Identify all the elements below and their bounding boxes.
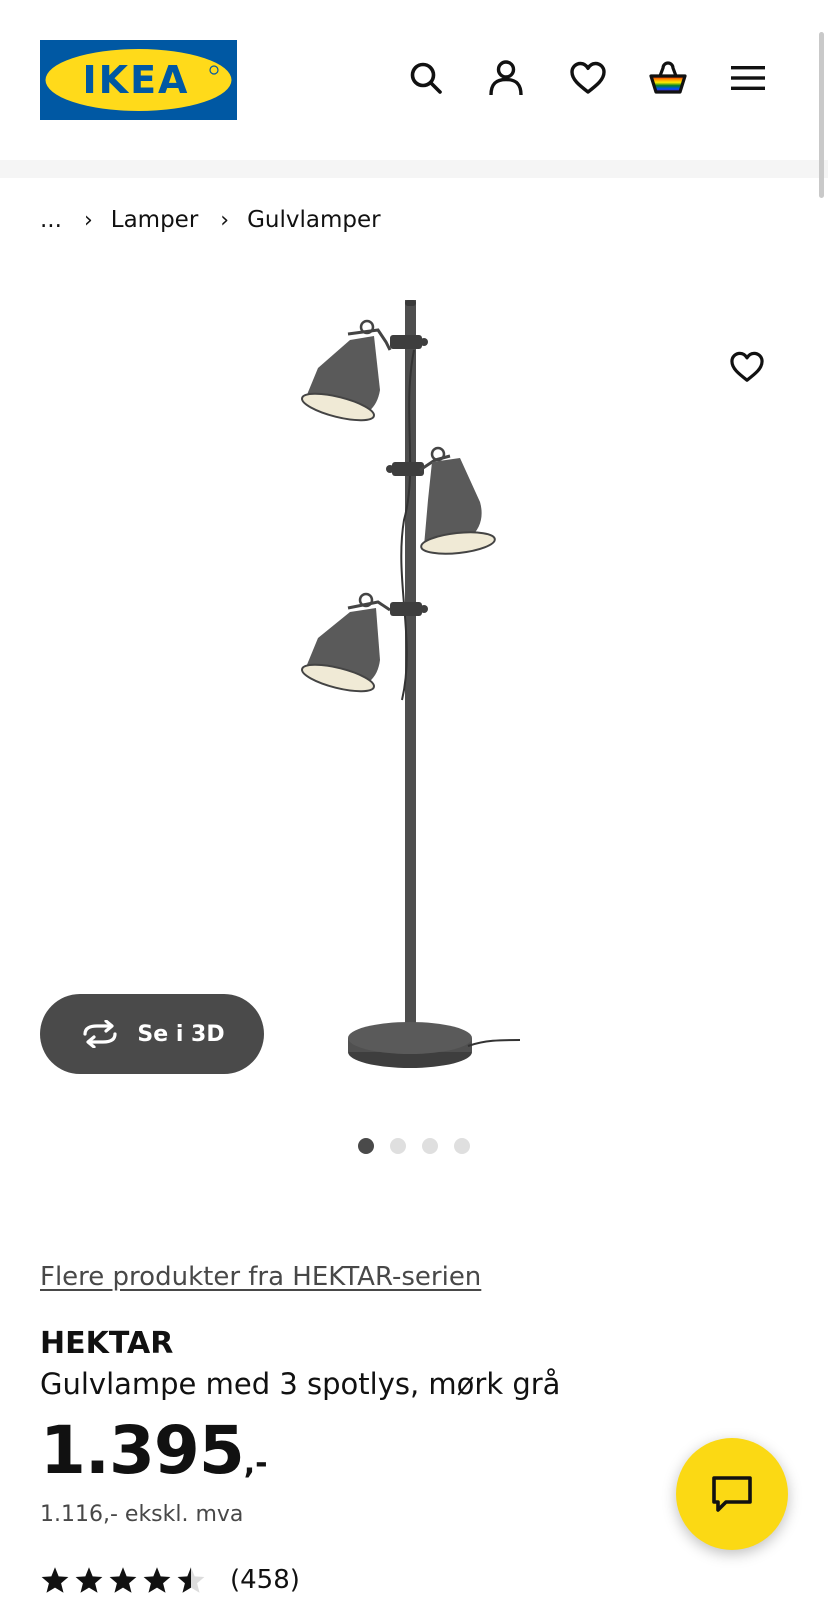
rotate-3d-icon bbox=[83, 1020, 117, 1048]
view-in-3d-button[interactable]: Se i 3D bbox=[40, 994, 264, 1074]
carousel-dot-4[interactable] bbox=[454, 1138, 470, 1154]
header: IKEA bbox=[0, 0, 828, 160]
chat-bubble-icon bbox=[712, 1476, 752, 1512]
carousel-pagination bbox=[358, 1138, 470, 1154]
price-suffix: ,- bbox=[243, 1446, 268, 1481]
price-value: 1.395 bbox=[40, 1412, 245, 1489]
series-link[interactable]: Flere produkter fra HEKTAR-serien bbox=[40, 1262, 481, 1292]
heart-icon bbox=[730, 351, 764, 382]
search-icon bbox=[410, 62, 442, 94]
star-half-icon bbox=[177, 1567, 205, 1593]
product-rating[interactable]: (458) bbox=[40, 1565, 300, 1595]
ikea-logo[interactable]: IKEA bbox=[40, 40, 237, 120]
breadcrumb-item-gulvlamper[interactable]: Gulvlamper bbox=[247, 207, 381, 233]
chevron-right-icon: › bbox=[83, 207, 93, 233]
logo-text: IKEA bbox=[83, 58, 190, 102]
heart-icon bbox=[570, 61, 606, 94]
product-image[interactable] bbox=[290, 290, 530, 1110]
basket-button[interactable] bbox=[646, 56, 690, 100]
user-icon bbox=[489, 60, 523, 96]
view-in-3d-label: Se i 3D bbox=[137, 1021, 225, 1047]
star-icon bbox=[75, 1567, 103, 1593]
breadcrumb: ... › Lamper › Gulvlamper bbox=[40, 204, 381, 236]
carousel-dot-2[interactable] bbox=[390, 1138, 406, 1154]
carousel-dot-3[interactable] bbox=[422, 1138, 438, 1154]
carousel-dot-1[interactable] bbox=[358, 1138, 374, 1154]
menu-icon bbox=[731, 66, 765, 90]
star-icon bbox=[143, 1567, 171, 1593]
page-scrollbar[interactable] bbox=[819, 32, 824, 198]
account-button[interactable] bbox=[484, 56, 528, 100]
search-button[interactable] bbox=[404, 56, 448, 100]
price-excl-vat: 1.116,- ekskl. mva bbox=[40, 1502, 244, 1527]
header-divider bbox=[0, 160, 828, 178]
chat-button[interactable] bbox=[676, 1438, 788, 1550]
product-description: Gulvlampe med 3 spotlys, mørk grå bbox=[40, 1367, 561, 1401]
product-price: 1.395,- bbox=[40, 1418, 268, 1484]
breadcrumb-ellipsis[interactable]: ... bbox=[40, 207, 62, 233]
basket-icon bbox=[649, 61, 687, 94]
star-icon bbox=[41, 1567, 69, 1593]
wishlist-button[interactable] bbox=[566, 56, 610, 100]
product-name: HEKTAR bbox=[40, 1326, 174, 1361]
rating-count: (458) bbox=[230, 1565, 300, 1595]
breadcrumb-item-lamper[interactable]: Lamper bbox=[111, 207, 199, 233]
chevron-right-icon: › bbox=[220, 207, 230, 233]
save-to-wishlist-button[interactable] bbox=[724, 344, 770, 390]
menu-button[interactable] bbox=[726, 56, 770, 100]
star-icon bbox=[109, 1567, 137, 1593]
